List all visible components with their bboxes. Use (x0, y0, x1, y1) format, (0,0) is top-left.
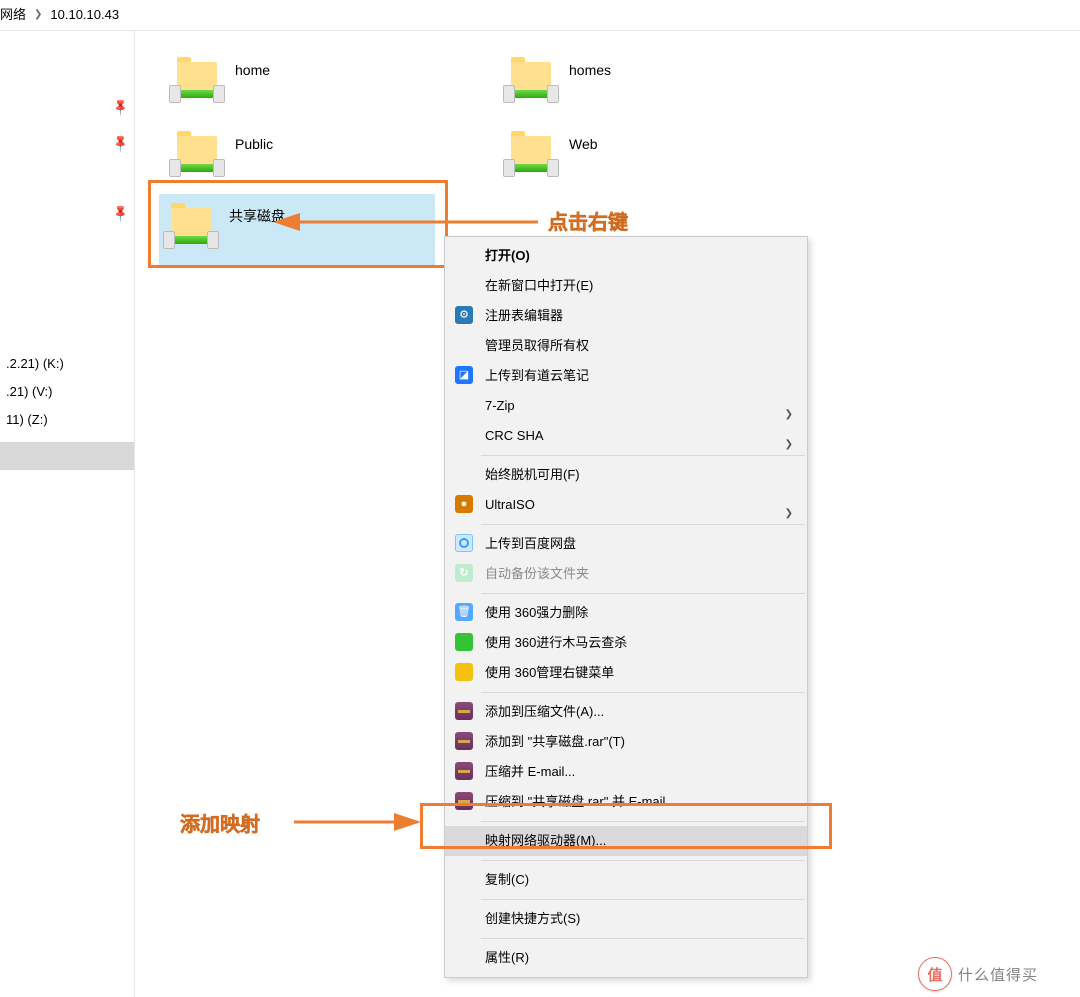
360-delete-icon: 🗑 (455, 603, 473, 621)
network-folder-web[interactable]: Web (499, 122, 759, 196)
menu-separator (481, 524, 805, 525)
pane-divider (134, 30, 135, 997)
menu-separator (481, 821, 805, 822)
annotation-label-mapdrive: 添加映射 (180, 808, 260, 837)
ctx-rar-email[interactable]: 压缩并 E-mail... (445, 757, 807, 787)
submenu-arrow-icon: ❯ (785, 430, 793, 460)
menu-separator (481, 593, 805, 594)
network-folder-icon (165, 208, 217, 254)
menu-separator (481, 692, 805, 693)
drive-item-selected[interactable] (0, 442, 134, 470)
ultraiso-icon: ● (455, 495, 473, 513)
breadcrumb[interactable]: 网络 ❯ 10.10.10.43 (0, 4, 119, 26)
annotation-arrow-mapdrive (290, 812, 430, 832)
rar-icon (455, 702, 473, 720)
watermark-text: 什么值得买 (958, 964, 1038, 985)
separator (0, 30, 1080, 31)
ctx-crc-sha[interactable]: CRC SHA❯ (445, 421, 807, 451)
annotation-label-rightclick: 点击右键 (548, 206, 628, 235)
network-folder-public[interactable]: Public (165, 122, 425, 196)
navigation-pane: 📌 📌 📌 .2.21) (K:) .21) (V:) 11) (Z:) (0, 30, 134, 470)
menu-separator (481, 899, 805, 900)
ctx-360-trojan-scan[interactable]: 使用 360进行木马云查杀 (445, 628, 807, 658)
ctx-upload-baidu[interactable]: 上传到百度网盘 (445, 529, 807, 559)
ctx-360-force-delete[interactable]: 🗑使用 360强力删除 (445, 598, 807, 628)
ctx-copy[interactable]: 复制(C) (445, 865, 807, 895)
360-scan-icon (455, 633, 473, 651)
ctx-open[interactable]: 打开(O) (445, 241, 807, 271)
network-folder-homes[interactable]: homes (499, 48, 759, 122)
folder-label: home (235, 62, 270, 78)
ctx-create-shortcut[interactable]: 创建快捷方式(S) (445, 904, 807, 934)
ctx-always-offline[interactable]: 始终脱机可用(F) (445, 460, 807, 490)
ctx-rar-email-to[interactable]: 压缩到 "共享磁盘.rar" 并 E-mail (445, 787, 807, 817)
ctx-properties[interactable]: 属性(R) (445, 943, 807, 973)
baidu-icon (455, 534, 473, 552)
rar-icon (455, 762, 473, 780)
ctx-upload-youdao[interactable]: ◪上传到有道云笔记 (445, 361, 807, 391)
rar-icon (455, 792, 473, 810)
folder-label: Public (235, 136, 273, 152)
360-menu-icon (455, 663, 473, 681)
chevron-right-icon: ❯ (34, 4, 42, 26)
ctx-360-manage-menu[interactable]: 使用 360管理右键菜单 (445, 658, 807, 688)
folder-label: 共享磁盘 (229, 206, 285, 226)
menu-separator (481, 455, 805, 456)
network-folder-icon (171, 136, 223, 182)
breadcrumb-root[interactable]: 网络 (0, 4, 26, 26)
ctx-map-network-drive[interactable]: 映射网络驱动器(M)... (445, 826, 807, 856)
network-folder-home[interactable]: home (165, 48, 425, 122)
submenu-arrow-icon: ❯ (785, 499, 793, 529)
ctx-7zip[interactable]: 7-Zip❯ (445, 391, 807, 421)
ctx-open-new-window[interactable]: 在新窗口中打开(E) (445, 271, 807, 301)
watermark: 值 什么值得买 (918, 953, 1078, 995)
ctx-rar-add-to[interactable]: 添加到 "共享磁盘.rar"(T) (445, 727, 807, 757)
context-menu: 打开(O) 在新窗口中打开(E) ⚙注册表编辑器 管理员取得所有权 ◪上传到有道… (444, 236, 808, 978)
menu-separator (481, 938, 805, 939)
ctx-ultraiso[interactable]: ●UltraISO❯ (445, 490, 807, 520)
drive-item[interactable]: .2.21) (K:) (0, 350, 134, 378)
breadcrumb-host[interactable]: 10.10.10.43 (50, 4, 119, 26)
watermark-logo-icon: 值 (918, 957, 952, 991)
rar-icon (455, 732, 473, 750)
network-folder-icon (171, 62, 223, 108)
backup-icon: ↻ (455, 564, 473, 582)
menu-separator (481, 860, 805, 861)
drive-item[interactable]: .21) (V:) (0, 378, 134, 406)
ctx-rar-add[interactable]: 添加到压缩文件(A)... (445, 697, 807, 727)
drive-item[interactable]: 11) (Z:) (0, 406, 134, 434)
ctx-admin-take-ownership[interactable]: 管理员取得所有权 (445, 331, 807, 361)
folder-label: Web (569, 136, 598, 152)
network-folder-icon (505, 136, 557, 182)
ctx-auto-backup: ↻自动备份该文件夹 (445, 559, 807, 589)
network-folder-icon (505, 62, 557, 108)
ctx-registry-editor[interactable]: ⚙注册表编辑器 (445, 301, 807, 331)
youdao-icon: ◪ (455, 366, 473, 384)
network-folder-shared-disk[interactable]: 共享磁盘 (159, 194, 435, 268)
registry-icon: ⚙ (455, 306, 473, 324)
folder-label: homes (569, 62, 611, 78)
